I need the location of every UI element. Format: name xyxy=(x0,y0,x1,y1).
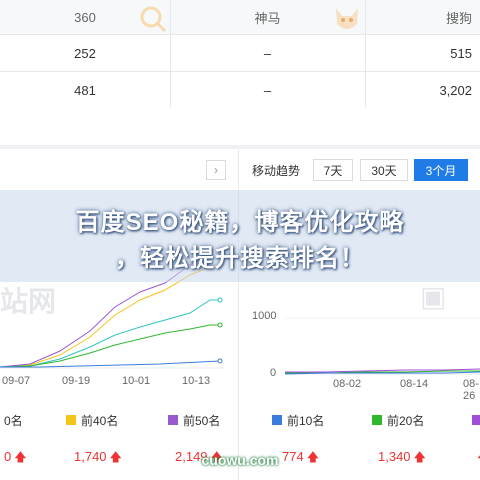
x-tick-label: 08-14 xyxy=(400,378,429,390)
y-tick-label: 0 xyxy=(270,367,277,379)
tab-7-days[interactable]: 7天 xyxy=(313,159,353,181)
table-cell: 3,202 xyxy=(365,72,480,108)
tab-label: 30天 xyxy=(371,163,397,178)
cell-value: – xyxy=(263,45,272,61)
tab-label: 7天 xyxy=(323,163,343,178)
col-header-sogou: 搜狗 xyxy=(365,0,480,34)
right-x-axis: 08-02 08-14 08-26 xyxy=(285,378,480,402)
header-label: 360 xyxy=(74,9,96,25)
table-header: 360 神马 搜狗 xyxy=(0,0,480,35)
value-number: 0 xyxy=(4,448,12,464)
left-x-axis: 09-07 09-19 10-01 10-13 xyxy=(0,375,230,389)
legend-item[interactable]: 前10名 xyxy=(272,412,324,429)
header-label: 搜狗 xyxy=(445,10,472,26)
right-trend-chart xyxy=(285,317,480,375)
arrow-up-icon: 🡅 xyxy=(413,449,426,464)
table-cell: – xyxy=(170,72,365,108)
legend-label: 前10名 xyxy=(287,413,325,428)
table-cell: – xyxy=(170,35,365,71)
legend-swatch xyxy=(472,415,480,425)
faint-watermark-logo: 站网 xyxy=(0,286,57,317)
legend-item[interactable]: 前50名 xyxy=(168,412,220,429)
chevron-right-icon: › xyxy=(214,163,218,177)
column-divider xyxy=(170,0,171,108)
legend-label: 前20名 xyxy=(387,413,425,428)
x-tick-label: 08-02 xyxy=(333,378,362,390)
cell-value: – xyxy=(263,82,272,98)
right-legend: 前10名 前20名 xyxy=(240,407,480,433)
table-cell: 515 xyxy=(365,35,480,71)
panel-title: 移动趋势 xyxy=(252,164,301,178)
value-item: 1,340 🡅 xyxy=(378,448,426,469)
cell-value: 252 xyxy=(74,45,96,61)
x-tick-label: 10-01 xyxy=(122,375,151,387)
value-number: 1,740 xyxy=(74,448,107,464)
tab-label: 3个月 xyxy=(425,163,457,178)
table-row: 252 – 515 xyxy=(0,35,480,72)
legend-item[interactable]: 0名 xyxy=(4,412,23,429)
value-item: 1,740 🡅 xyxy=(74,448,122,469)
next-button[interactable]: › xyxy=(206,160,226,180)
legend-swatch xyxy=(66,415,76,425)
value-item: 🡅 xyxy=(474,448,480,469)
tab-3-months[interactable]: 3个月 xyxy=(414,159,468,181)
column-divider xyxy=(365,0,366,108)
legend-item[interactable] xyxy=(472,415,480,425)
x-tick-label: 08-26 xyxy=(463,378,479,402)
y-tick-label: 1000 xyxy=(252,310,277,322)
series-point xyxy=(217,322,223,328)
value-item: 0 🡅 xyxy=(4,448,27,469)
cell-value: 515 xyxy=(450,45,472,61)
arrow-up-icon: 🡅 xyxy=(109,449,122,464)
legend-item[interactable]: 前20名 xyxy=(372,412,424,429)
search-logo-icon xyxy=(140,6,167,33)
series-line-green xyxy=(0,324,220,368)
legend-swatch xyxy=(272,415,282,425)
x-tick-label: 09-07 xyxy=(2,375,31,387)
value-number: 1,340 xyxy=(378,448,411,464)
legend-item[interactable]: 前40名 xyxy=(66,412,118,429)
legend-swatch xyxy=(372,415,382,425)
cell-value: 3,202 xyxy=(439,82,472,98)
table-cell: 252 xyxy=(0,35,170,71)
x-tick-label: 10-13 xyxy=(182,375,211,387)
banner-title-line2: ，轻松提升搜索排名！ xyxy=(115,245,365,272)
table-row: 481 – 3,202 xyxy=(0,72,480,109)
arrow-up-icon: 🡅 xyxy=(14,449,27,464)
table-cell: 481 xyxy=(0,72,170,108)
x-tick-label: 09-19 xyxy=(62,375,91,387)
shenma-logo-icon xyxy=(336,8,358,29)
series-point xyxy=(217,358,223,364)
tab-30-days[interactable]: 30天 xyxy=(360,159,408,181)
cell-value: 481 xyxy=(74,82,96,98)
header-label: 神马 xyxy=(254,10,281,26)
legend-label: 前50名 xyxy=(183,413,221,428)
site-watermark: cuowu.com xyxy=(201,452,279,468)
legend-label: 前40名 xyxy=(81,413,119,428)
legend-swatch xyxy=(168,415,178,425)
banner-title-line1: 百度SEO秘籍，博客优化攻略 xyxy=(75,209,405,236)
left-legend: 0名 前40名 前50名 xyxy=(0,407,238,433)
series-point xyxy=(217,297,223,303)
spacer xyxy=(0,108,480,148)
legend-label: 0名 xyxy=(4,413,23,428)
